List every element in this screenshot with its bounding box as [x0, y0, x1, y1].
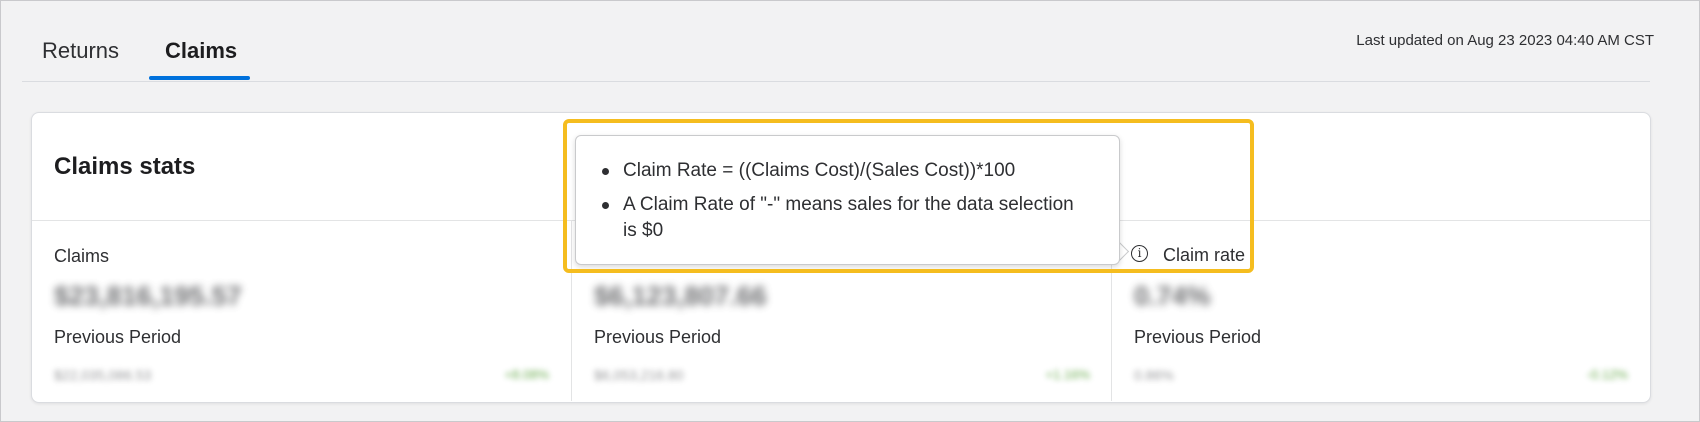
claim-rate-tooltip: Claim Rate = ((Claims Cost)/(Sales Cost)…	[575, 135, 1120, 265]
info-icon[interactable]: i	[1131, 245, 1148, 262]
tab-returns[interactable]: Returns	[42, 38, 119, 64]
stat-value: $6,123,807.66	[594, 281, 767, 311]
previous-period-label: Previous Period	[54, 327, 182, 347]
card-title: Claims stats	[54, 153, 196, 180]
claim-rate-label: Claim rate	[1163, 245, 1246, 265]
previous-period-value: 0.86%	[1134, 367, 1174, 383]
tooltip-list: Claim Rate = ((Claims Cost)/(Sales Cost)…	[600, 158, 1090, 252]
previous-period-value: $6,053,216.80	[594, 367, 684, 383]
change-badge: +1.16%	[1045, 367, 1090, 382]
stat-value: 0.74%	[1134, 281, 1211, 311]
tooltip-item: Claim Rate = ((Claims Cost)/(Sales Cost)…	[600, 158, 1090, 184]
stat-label: Claims	[54, 246, 110, 266]
previous-period-label: Previous Period	[594, 327, 722, 347]
tooltip-item: A Claim Rate of "-" means sales for the …	[600, 192, 1090, 244]
previous-period-value: $22,035,086.53	[54, 367, 152, 383]
stat-claims: Claims $23,816,195.57 Previous Period $2…	[32, 221, 571, 401]
last-updated-text: Last updated on Aug 23 2023 04:40 AM CST	[1356, 32, 1654, 49]
active-tab-indicator	[149, 76, 250, 80]
previous-period-label: Previous Period	[1134, 327, 1262, 347]
change-badge: +8.08%	[504, 367, 549, 382]
change-badge: -0.12%	[1586, 367, 1628, 382]
tab-claims[interactable]: Claims	[165, 38, 237, 64]
stat-value: $23,816,195.57	[54, 281, 242, 311]
